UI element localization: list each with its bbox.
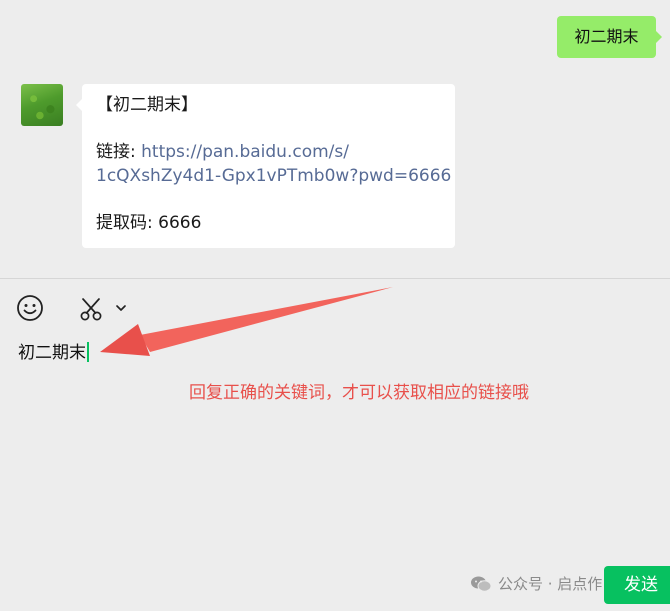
annotation-text: 回复正确的关键词，才可以获取相应的链接哦 bbox=[189, 383, 529, 403]
emoji-icon[interactable] bbox=[16, 294, 44, 322]
message-link-part2[interactable]: 1cQXshZy4d1-Gpx1vPTmb0w?pwd=6666 bbox=[96, 165, 451, 189]
message-spacer bbox=[96, 118, 441, 142]
message-link-line: 链接: https://pan.baidu.com/s/ bbox=[96, 141, 441, 165]
chat-history: 初二期末 【初二期末】 链接: https://pan.baidu.com/s/… bbox=[0, 0, 670, 278]
message-spacer bbox=[96, 188, 441, 212]
wechat-logo-icon bbox=[471, 576, 492, 592]
scissors-icon[interactable] bbox=[78, 296, 104, 322]
message-input-text: 初二期末 bbox=[18, 343, 86, 363]
message-code-line: 提取码: 6666 bbox=[96, 212, 441, 236]
message-link-part1[interactable]: https://pan.baidu.com/s/ bbox=[141, 142, 349, 162]
message-title: 【初二期末】 bbox=[96, 95, 198, 115]
avatar[interactable] bbox=[21, 84, 63, 126]
code-value: 6666 bbox=[158, 212, 202, 233]
input-area[interactable] bbox=[0, 279, 670, 611]
chevron-down-icon[interactable] bbox=[114, 301, 128, 315]
watermark-text: 公众号 · 启点作 bbox=[498, 575, 603, 593]
incoming-message-bubble[interactable]: 【初二期末】 链接: https://pan.baidu.com/s/ 1cQX… bbox=[76, 84, 455, 248]
code-label: 提取码: bbox=[96, 212, 159, 233]
send-button[interactable]: 发送 bbox=[604, 566, 670, 604]
link-prefix: 链接: bbox=[96, 142, 142, 162]
message-input[interactable]: 初二期末 bbox=[18, 341, 89, 365]
text-caret bbox=[87, 342, 89, 362]
outgoing-message-bubble[interactable]: 初二期末 bbox=[557, 16, 662, 58]
watermark: 公众号 · 启点作 bbox=[470, 572, 602, 596]
